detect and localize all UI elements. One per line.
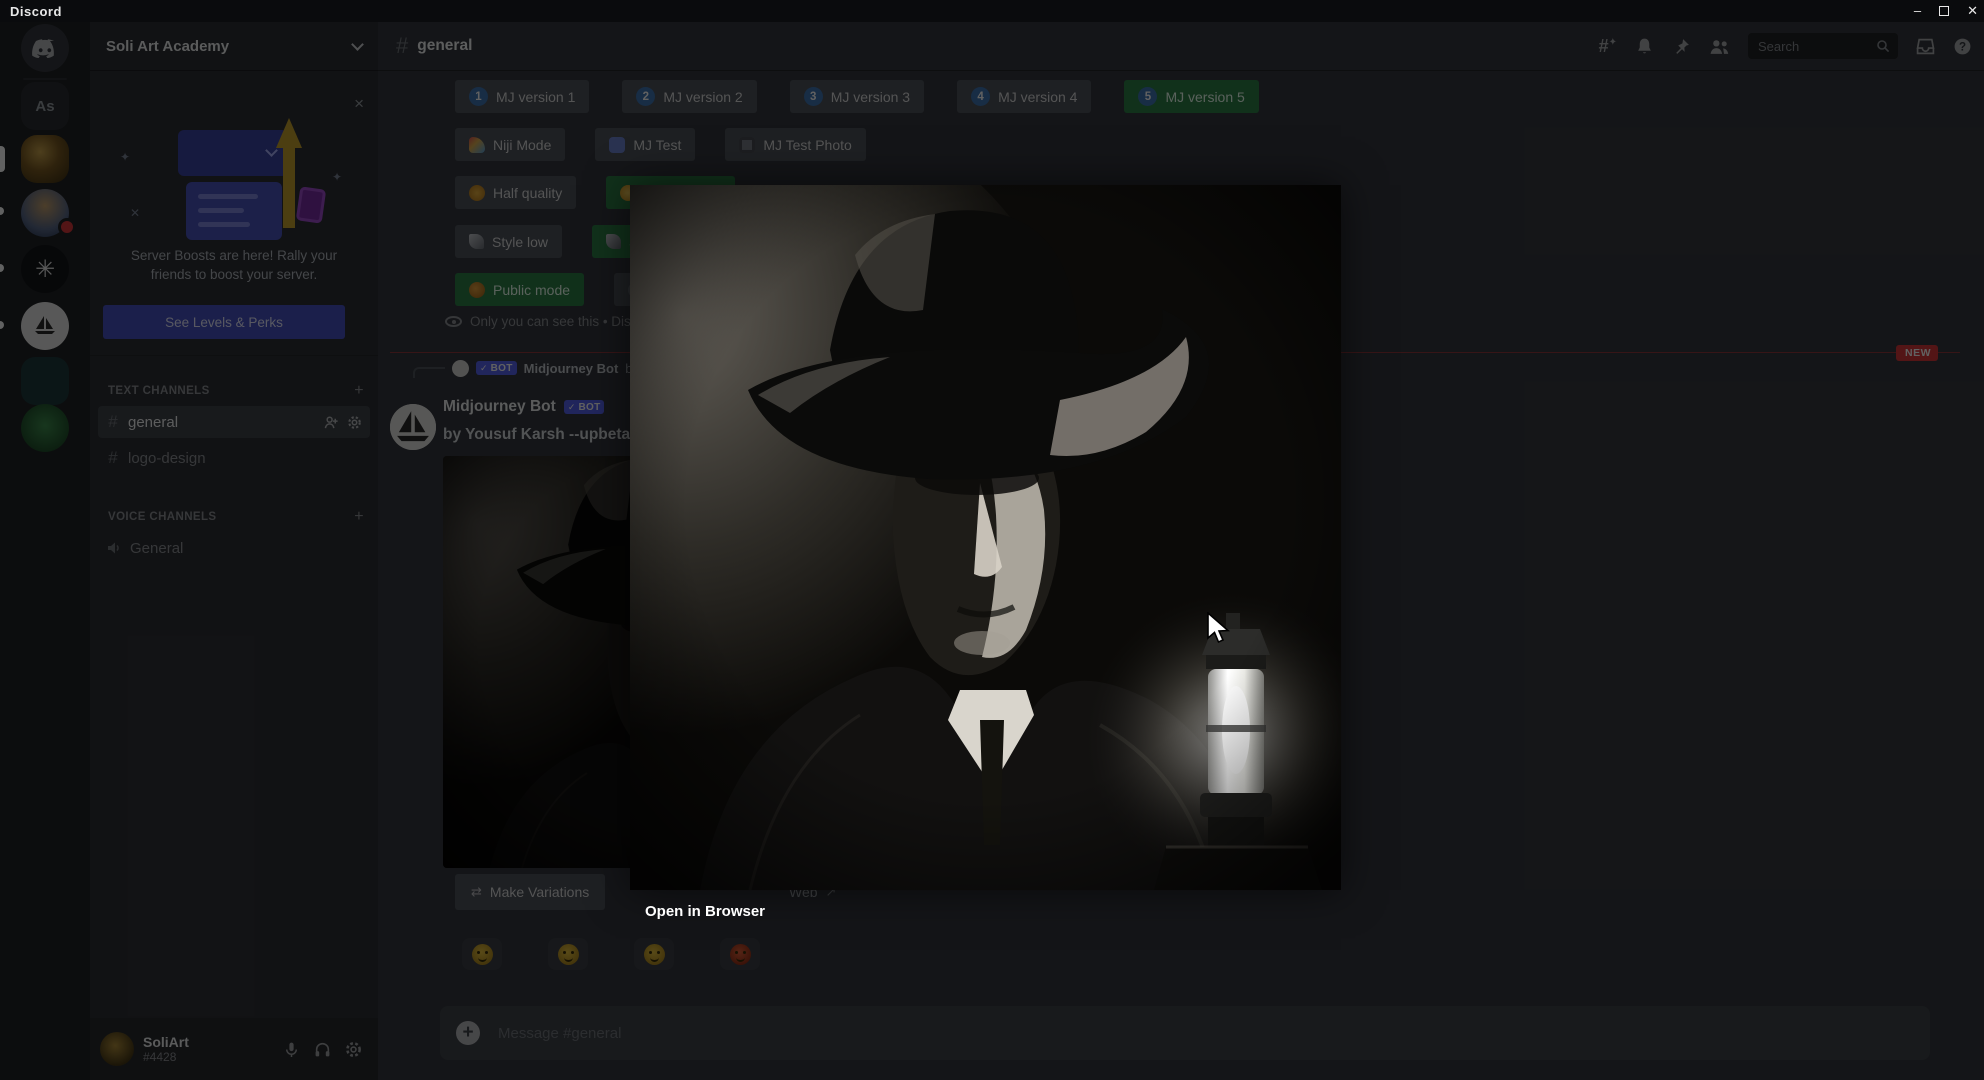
modal-image[interactable] xyxy=(630,185,1341,890)
minimize-button[interactable]: – xyxy=(1914,0,1921,22)
title-bar: Discord – ✕ xyxy=(0,0,1984,22)
maximize-button[interactable] xyxy=(1939,6,1950,16)
discord-app: Discord – ✕ As ✳ Soli Art Academy xyxy=(0,0,1984,1080)
close-button[interactable]: ✕ xyxy=(1967,0,1978,22)
app-title: Discord xyxy=(10,3,62,19)
open-in-browser-link[interactable]: Open in Browser xyxy=(645,903,765,920)
